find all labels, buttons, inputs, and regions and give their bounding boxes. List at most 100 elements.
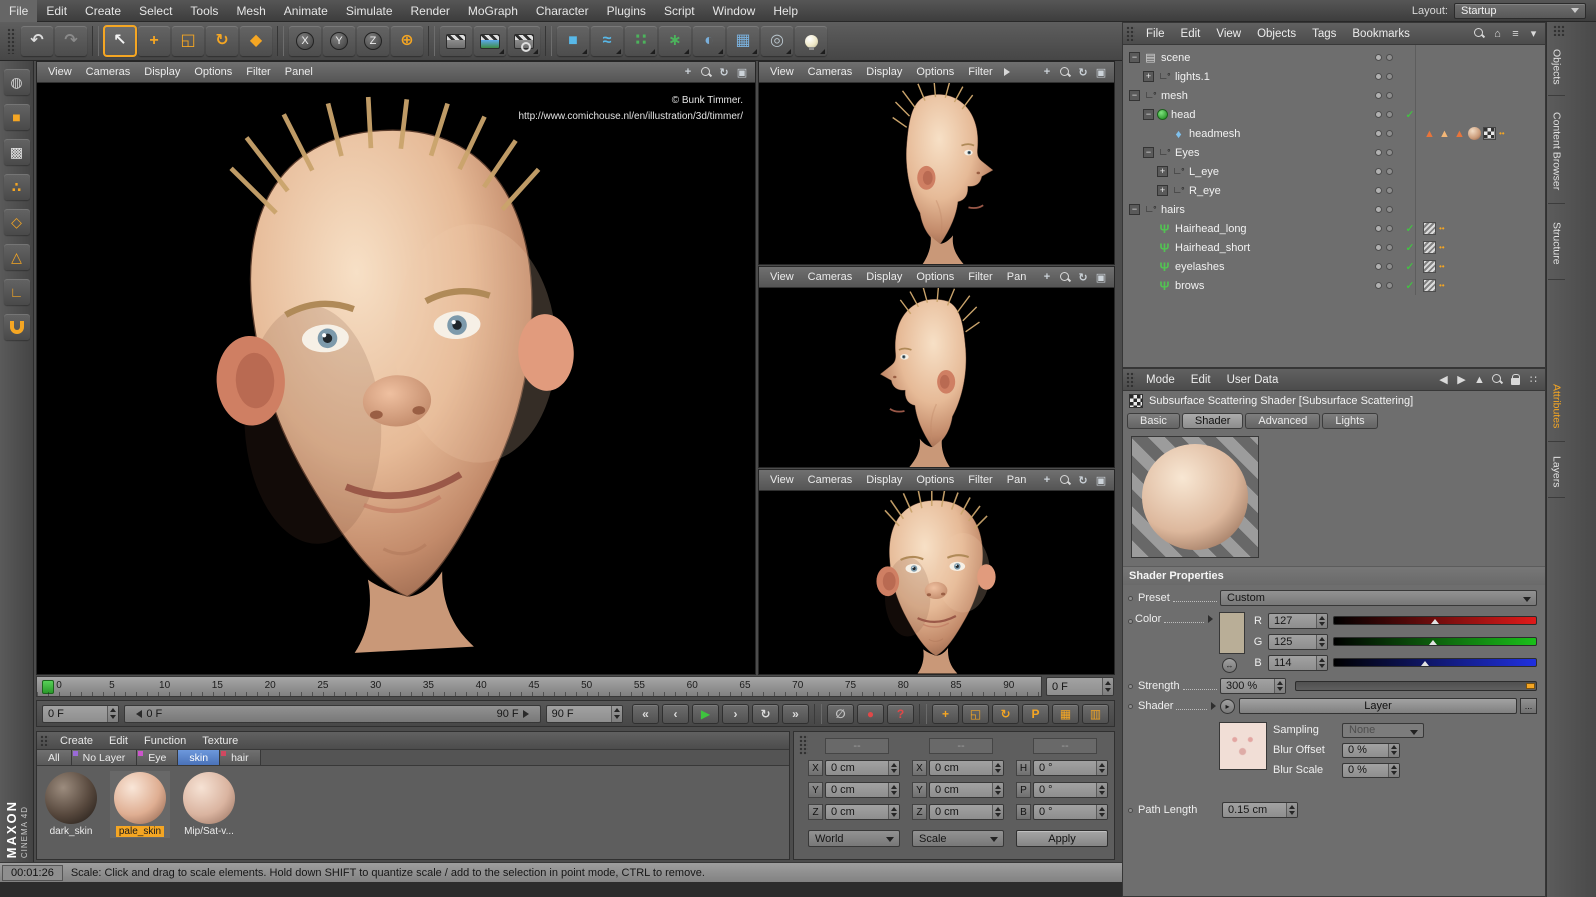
menu-help[interactable]: Help [764,0,807,22]
om-menu-tags[interactable]: Tags [1304,25,1344,43]
polygon-mode-icon[interactable]: △ [4,244,30,270]
om-menu-file[interactable]: File [1138,25,1173,43]
color-b-field[interactable]: 114 [1268,655,1328,671]
visibility-dots[interactable] [1375,111,1393,118]
ruler-frame-field[interactable]: 0 F [1046,677,1114,696]
object-row-hairhead-long[interactable]: ΨHairhead_long✓•• [1123,219,1545,238]
key-scale-button[interactable]: ◱ [962,704,989,724]
om-menu-bookmarks[interactable]: Bookmarks [1344,25,1418,43]
editor-visibility-dot[interactable] [1375,168,1382,175]
stepper[interactable] [992,761,1003,775]
dots2-tag-icon[interactable]: •• [1438,222,1446,235]
expand-toggle[interactable]: − [1143,109,1154,120]
slider-marker[interactable] [1431,615,1439,624]
material-dark-skin[interactable]: dark_skin [41,771,101,838]
model-mode-icon[interactable]: ■ [4,104,30,130]
viewport-menu-view[interactable]: View [41,62,79,83]
stepper[interactable] [1096,783,1107,797]
object-row-headmesh[interactable]: ♦headmesh▲▲▲•• [1123,124,1545,143]
stripe-tag-icon[interactable] [1423,241,1436,254]
material-tab-all[interactable]: All [37,750,72,765]
material-tab-eye[interactable]: Eye [137,750,178,765]
viewport-menu-cameras[interactable]: Cameras [79,62,138,83]
side-tab-layers[interactable]: Layers [1548,446,1565,498]
viewport-menu-options[interactable]: Options [909,62,961,83]
visibility-dots[interactable] [1375,73,1393,80]
menu-simulate[interactable]: Simulate [337,0,402,22]
texture-mode-icon[interactable]: ▩ [4,139,30,165]
coord-field-position-z[interactable]: 0 cm [825,804,900,820]
tab-advanced[interactable]: Advanced [1245,413,1320,429]
add-deformer-icon[interactable]: ◐ [693,26,725,56]
viewport-menu-filter[interactable]: Filter [961,62,999,83]
viewport-menu-filter[interactable]: Filter [961,267,999,288]
lock-x-axis-icon[interactable]: X [289,26,321,56]
viewport-menu-view[interactable]: View [763,470,801,491]
zoom-view-icon[interactable] [1058,270,1072,284]
color-b-slider[interactable] [1333,658,1537,667]
layout-select[interactable]: Startup [1454,3,1586,19]
editor-visibility-dot[interactable] [1375,54,1382,61]
stepper[interactable] [1274,679,1285,693]
key-parameter-button[interactable]: P [1022,704,1049,724]
render-visibility-dot[interactable] [1386,92,1393,99]
object-row-hairs[interactable]: −∟°hairs [1123,200,1545,219]
color-r-field[interactable]: 127 [1268,613,1328,629]
viewport-menu-options[interactable]: Options [909,267,961,288]
menu-tools[interactable]: Tools [181,0,227,22]
render-visibility-dot[interactable] [1386,206,1393,213]
color-r-slider[interactable] [1333,616,1537,625]
pin-icon[interactable]: ▲ [1474,374,1485,386]
stepper[interactable] [992,805,1003,819]
blur-offset-field[interactable]: 0 % [1342,743,1400,758]
render-picture-viewer-icon[interactable] [474,26,506,56]
viewport-menu-cameras[interactable]: Cameras [801,267,860,288]
coord-field-size-x[interactable]: 0 cm [929,760,1004,776]
history-back-icon[interactable]: ◀ [1438,373,1449,386]
toggle-view-icon[interactable]: ▣ [735,65,749,79]
add-spline-icon[interactable]: ≈ [591,26,623,56]
search-icon[interactable] [1474,28,1485,39]
sampling-dropdown[interactable]: None [1342,723,1424,738]
toggle-view-icon[interactable]: ▣ [1094,270,1108,284]
stripe-tag-icon[interactable] [1423,222,1436,235]
render-view-icon[interactable] [440,26,472,56]
object-row-r-eye[interactable]: +∟°R_eye [1123,181,1545,200]
material-menu-create[interactable]: Create [52,732,101,750]
object-row-eyes[interactable]: −∟°Eyes [1123,143,1545,162]
track-dot-icon[interactable] [1128,596,1133,601]
menu-overflow-icon[interactable] [1004,68,1014,76]
toggle-view-icon[interactable]: ▣ [1094,65,1108,79]
editor-visibility-dot[interactable] [1375,187,1382,194]
editor-visibility-dot[interactable] [1375,149,1382,156]
coord-field-rotation-b[interactable]: 0 ° [1033,804,1108,820]
scale-dropdown[interactable]: Scale [912,830,1004,847]
pan-view-icon[interactable]: + [1040,65,1054,79]
om-menu-edit[interactable]: Edit [1173,25,1209,43]
last-tool-icon[interactable]: ◆ [240,26,272,56]
strength-field[interactable]: 300 % [1220,678,1286,694]
coord-field-rotation-h[interactable]: 0 ° [1033,760,1108,776]
viewport-menu-view[interactable]: View [763,267,801,288]
toolbar-grip[interactable] [7,28,16,55]
viewport-menu-display[interactable]: Display [859,267,909,288]
current-frame-marker[interactable] [42,680,54,694]
viewport-menu-display[interactable]: Display [137,62,187,83]
current-frame-field[interactable]: 0 F [42,705,119,723]
material-menu-function[interactable]: Function [136,732,194,750]
home-icon[interactable]: ⌂ [1492,28,1503,40]
zoom-view-icon[interactable] [699,65,713,79]
object-row-scene[interactable]: −▤scene [1123,48,1545,67]
lock-icon[interactable] [1510,374,1521,385]
editor-visibility-dot[interactable] [1375,263,1382,270]
object-row-hairhead-short[interactable]: ΨHairhead_short✓•• [1123,238,1545,257]
shader-more-button[interactable]: ... [1520,698,1537,714]
visibility-dots[interactable] [1375,92,1393,99]
keyframe-selection-button[interactable]: ▦ [1052,704,1079,724]
viewport-right-canvas[interactable] [759,83,1114,264]
stepper[interactable] [888,783,899,797]
menu-mesh[interactable]: Mesh [227,0,274,22]
shader-expand-button[interactable]: ▸ [1220,699,1235,714]
autokey-help-button[interactable]: ? [887,704,914,724]
rotate-view-icon[interactable]: ↻ [1076,65,1090,79]
